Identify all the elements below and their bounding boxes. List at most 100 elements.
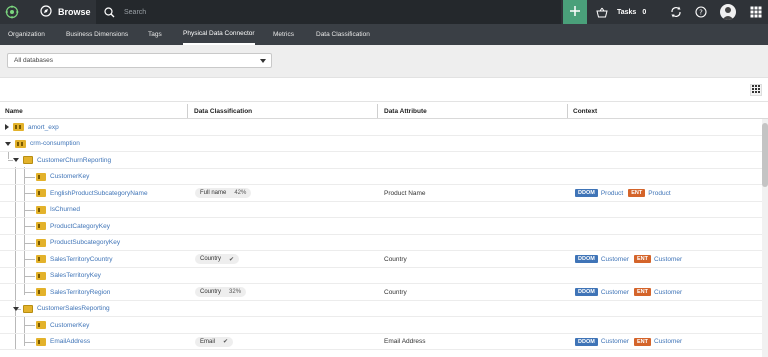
header-data-classification[interactable]: Data Classification xyxy=(194,102,252,120)
tab-metrics[interactable]: Metrics xyxy=(273,24,294,45)
tree-line xyxy=(24,193,35,194)
tree-line xyxy=(24,209,35,211)
tree-line xyxy=(24,341,35,343)
table-row[interactable]: SalesTerritoryRegion Country 32% Country… xyxy=(0,284,762,301)
column-settings-button[interactable] xyxy=(750,84,762,96)
classification-pill[interactable]: Country 32% xyxy=(195,287,247,297)
classification-pill[interactable]: Full name 42% xyxy=(195,188,252,198)
ddom-context-link[interactable]: Customer xyxy=(601,256,629,263)
table-icon xyxy=(23,156,33,164)
ent-context-link[interactable]: Customer xyxy=(654,289,682,296)
tree-line xyxy=(24,275,35,277)
header-name[interactable]: Name xyxy=(5,102,23,120)
collapse-arrow-icon[interactable] xyxy=(13,158,19,162)
create-button[interactable] xyxy=(563,0,587,24)
tab-data-classification[interactable]: Data Classification xyxy=(316,24,370,45)
table-row[interactable]: amort_exp xyxy=(0,119,762,136)
column-divider[interactable] xyxy=(567,104,568,118)
database-icon xyxy=(13,123,24,131)
database-select[interactable]: All databases xyxy=(7,53,272,68)
table-row[interactable]: EnglishProductSubcategoryName Full name … xyxy=(0,185,762,202)
table-row[interactable]: SalesTerritoryKey xyxy=(0,268,762,284)
column-icon xyxy=(36,189,46,197)
row-name[interactable]: SalesTerritoryKey xyxy=(50,272,101,279)
classification-label: Email xyxy=(200,338,216,345)
user-avatar[interactable] xyxy=(716,0,740,24)
row-name[interactable]: ProductCategoryKey xyxy=(50,223,110,230)
ent-badge: ENT xyxy=(634,255,651,263)
row-name[interactable]: CustomerSalesReporting xyxy=(37,305,110,312)
tree-line xyxy=(24,259,35,260)
row-name[interactable]: EnglishProductSubcategoryName xyxy=(50,190,148,197)
basket-icon[interactable] xyxy=(590,0,614,24)
context-cell: DDOM Customer ENT Customer xyxy=(575,334,684,350)
ddom-context-link[interactable]: Customer xyxy=(601,338,629,345)
browse-button[interactable]: Browse xyxy=(40,0,91,24)
search-icon xyxy=(102,5,116,19)
tab-bar: Organization Business Dimensions Tags Ph… xyxy=(0,24,768,45)
row-name[interactable]: ProductSubcategoryKey xyxy=(50,239,120,246)
table-row[interactable]: CustomerSalesReporting xyxy=(0,301,762,317)
table-row[interactable]: CustomerChurnReporting xyxy=(0,152,762,169)
database-icon xyxy=(15,139,26,148)
collapse-arrow-icon[interactable] xyxy=(13,306,19,311)
tasks-button[interactable]: Tasks 0 xyxy=(617,0,646,24)
table-header: Name Data Classification Data Attribute … xyxy=(0,101,768,119)
tab-business-dimensions[interactable]: Business Dimensions xyxy=(66,24,128,45)
table-row[interactable]: EmailAddress Email ✔ Email Address DDOM … xyxy=(0,334,762,350)
scrollbar-thumb[interactable] xyxy=(762,123,768,187)
table-row[interactable]: IsChurned xyxy=(0,202,762,218)
search-input[interactable]: Search xyxy=(124,9,146,16)
column-divider[interactable] xyxy=(377,104,378,118)
ent-context-link[interactable]: Customer xyxy=(654,338,682,345)
table-row[interactable]: ProductCategoryKey xyxy=(0,218,762,235)
tasks-count: 0 xyxy=(642,8,647,16)
filter-area: All databases xyxy=(0,45,768,78)
table-row[interactable]: CustomerKey xyxy=(0,169,762,185)
avatar-icon xyxy=(720,4,736,20)
classification-pill[interactable]: Email ✔ xyxy=(195,336,234,347)
row-name[interactable]: CustomerKey xyxy=(50,322,89,329)
help-icon[interactable]: ? xyxy=(689,0,713,24)
header-data-attribute[interactable]: Data Attribute xyxy=(384,102,427,120)
ent-context-link[interactable]: Customer xyxy=(654,256,682,263)
column-icon xyxy=(36,271,46,280)
column-divider[interactable] xyxy=(187,104,188,118)
ddom-context-link[interactable]: Product xyxy=(601,190,623,197)
classification-label: Country xyxy=(200,256,222,262)
database-select-value: All databases xyxy=(14,57,54,64)
tab-physical-data-connector[interactable]: Physical Data Connector xyxy=(183,24,255,45)
sync-icon[interactable] xyxy=(664,0,688,24)
svg-text:?: ? xyxy=(699,9,703,17)
row-name[interactable]: crm-consumption xyxy=(30,140,80,147)
table-row[interactable]: CustomerKey xyxy=(0,317,762,334)
ent-context-link[interactable]: Product xyxy=(648,190,670,197)
table-row[interactable]: SalesTerritoryCountry Country ✔ Country … xyxy=(0,251,762,268)
tree-line xyxy=(24,242,35,244)
tab-organization[interactable]: Organization xyxy=(8,24,45,45)
row-name[interactable]: amort_exp xyxy=(28,124,59,131)
search-bar[interactable]: Search xyxy=(96,0,561,24)
expand-arrow-icon[interactable] xyxy=(5,124,9,130)
row-name[interactable]: CustomerKey xyxy=(50,173,89,180)
header-context[interactable]: Context xyxy=(573,102,597,120)
ent-badge: ENT xyxy=(634,337,651,346)
tree-line xyxy=(24,226,35,227)
classification-pill[interactable]: Country ✔ xyxy=(195,254,240,264)
apps-grid-icon[interactable] xyxy=(744,0,768,24)
tab-tags[interactable]: Tags xyxy=(148,24,162,45)
row-name[interactable]: CustomerChurnReporting xyxy=(37,157,111,164)
column-icon xyxy=(36,337,46,346)
vertical-scrollbar[interactable] xyxy=(762,119,768,357)
row-name[interactable]: EmailAddress xyxy=(50,338,90,345)
tree-line xyxy=(24,176,35,178)
collapse-arrow-icon[interactable] xyxy=(5,141,11,146)
app-logo-icon[interactable] xyxy=(0,0,24,24)
ddom-context-link[interactable]: Customer xyxy=(601,289,629,296)
table-row[interactable]: ProductSubcategoryKey xyxy=(0,235,762,251)
row-name[interactable]: SalesTerritoryRegion xyxy=(50,289,110,296)
row-name[interactable]: IsChurned xyxy=(50,206,80,213)
classification-label: Full name xyxy=(200,190,227,196)
row-name[interactable]: SalesTerritoryCountry xyxy=(50,256,113,263)
table-row[interactable]: crm-consumption xyxy=(0,136,762,152)
